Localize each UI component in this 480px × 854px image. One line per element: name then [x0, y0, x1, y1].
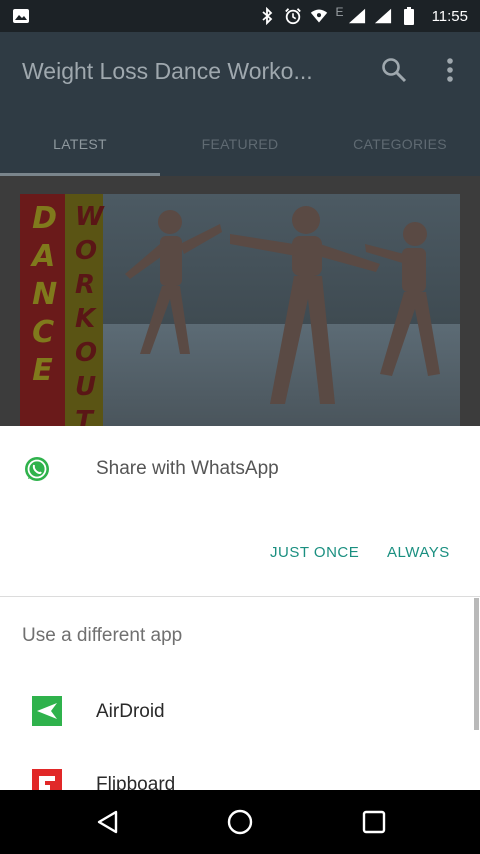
tab-latest[interactable]: LATEST: [0, 124, 160, 176]
share-bottom-sheet: Share with WhatsApp JUST ONCE ALWAYS Use…: [0, 426, 480, 799]
video-thumbnail[interactable]: DANCE WORKOUT: [20, 194, 460, 426]
network-type-label: E: [335, 5, 344, 19]
alarm-icon: [284, 7, 302, 25]
whatsapp-icon: [24, 456, 50, 482]
recents-icon[interactable]: [360, 808, 388, 836]
wifi-icon: [310, 7, 328, 25]
search-icon[interactable]: [380, 56, 408, 84]
signal-icon: [374, 7, 392, 25]
use-different-app-heading: Use a different app: [22, 625, 183, 646]
app-bar: Weight Loss Dance Worko... LATEST FEATUR…: [0, 32, 480, 176]
signal-icon: [348, 7, 366, 25]
divider: [0, 596, 480, 597]
more-options-icon[interactable]: [440, 56, 460, 86]
banner-right-text: WORKOUT: [74, 202, 104, 426]
share-title: Share with WhatsApp: [96, 458, 279, 479]
always-button[interactable]: ALWAYS: [387, 544, 450, 561]
app-title: Weight Loss Dance Worko...: [22, 58, 313, 84]
tab-featured[interactable]: FEATURED: [160, 124, 320, 176]
dancers-illustration: [125, 206, 440, 404]
status-bar: E 11:55: [0, 0, 480, 32]
content-area: DANCE WORKOUT: [0, 176, 480, 426]
thumbnail-banner-text-right: WORKOUT: [65, 200, 104, 426]
app-option-airdroid[interactable]: AirDroid: [0, 676, 472, 746]
battery-icon: [400, 7, 418, 25]
clock: 11:55: [431, 7, 468, 25]
airdroid-icon: [32, 696, 62, 726]
thumbnail-banner-text-left: DANCE: [20, 200, 65, 390]
back-icon[interactable]: [94, 808, 122, 836]
bluetooth-icon: [258, 7, 276, 25]
tab-bar: LATEST FEATURED CATEGORIES: [0, 124, 480, 176]
share-with-whatsapp-row: Share with WhatsApp: [0, 426, 480, 512]
banner-left-text: DANCE: [32, 201, 58, 388]
navigation-bar: [0, 790, 480, 854]
scrollbar[interactable]: [474, 598, 479, 730]
home-icon[interactable]: [226, 808, 254, 836]
tab-categories[interactable]: CATEGORIES: [320, 124, 480, 176]
image-notification-icon: [12, 7, 30, 25]
just-once-button[interactable]: JUST ONCE: [270, 544, 359, 561]
app-option-label: AirDroid: [96, 701, 165, 722]
